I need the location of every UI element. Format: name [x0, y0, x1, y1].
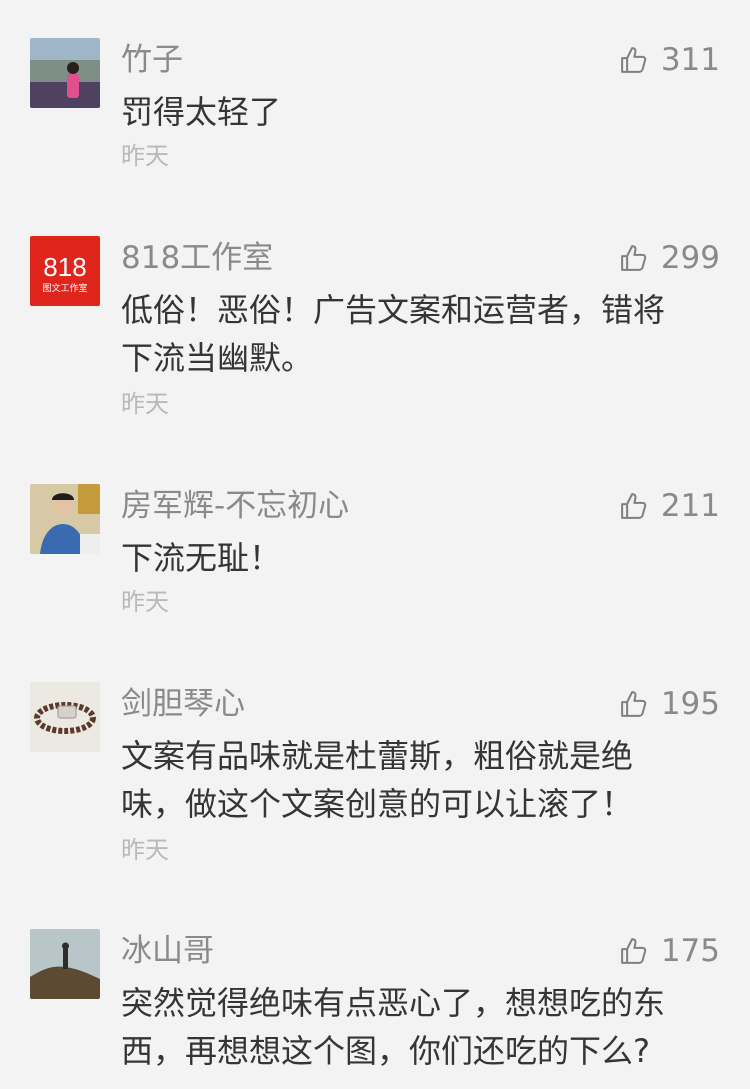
thumbs-up-icon	[620, 245, 647, 271]
like-button[interactable]: 299	[619, 236, 720, 280]
thumbs-up-icon	[620, 47, 647, 73]
avatar-photo	[30, 484, 100, 554]
comment-time: 昨天	[121, 836, 169, 864]
commenter-name[interactable]: 剑胆琴心	[121, 682, 245, 726]
avatar[interactable]: 818 图文工作室	[30, 236, 100, 306]
thumbs-up-icon	[620, 493, 647, 519]
like-button[interactable]: 195	[619, 682, 720, 726]
comment-text: 低俗！恶俗！广告文案和运营者，错将 下流当幽默。	[121, 291, 666, 377]
commenter-name[interactable]: 冰山哥	[121, 929, 214, 973]
comment-item: 冰山哥 175 突然觉得绝味有点恶心了，想想吃的东 西，再想想这个图，你们还吃的…	[0, 929, 750, 1089]
comment-text: 文案有品味就是杜蕾斯，粗俗就是绝 味，做这个文案创意的可以让滚了！	[121, 737, 634, 823]
commenter-name[interactable]: 818工作室	[121, 236, 273, 280]
avatar-photo	[30, 682, 100, 752]
avatar-photo	[30, 38, 100, 108]
avatar[interactable]	[30, 929, 100, 999]
logo-main-text: 818	[43, 252, 86, 282]
comment-item: 竹子 311 罚得太轻了 昨天	[0, 38, 750, 188]
like-count: 175	[660, 933, 720, 969]
like-button[interactable]: 175	[619, 929, 720, 973]
avatar[interactable]	[30, 484, 100, 554]
comment-item: 房军辉-不忘初心 211 下流无耻！ 昨天	[0, 484, 750, 634]
818-studio-logo: 818 图文工作室	[30, 236, 100, 306]
like-count: 211	[660, 488, 720, 524]
logo-sub-text: 图文工作室	[42, 282, 87, 294]
avatar[interactable]	[30, 38, 100, 108]
comment-text: 下流无耻！	[121, 539, 282, 577]
like-count: 311	[660, 42, 720, 78]
like-button[interactable]: 311	[619, 38, 720, 82]
comment-time: 昨天	[121, 588, 169, 616]
comment-text: 突然觉得绝味有点恶心了，想想吃的东 西，再想想这个图，你们还吃的下么?	[121, 984, 666, 1070]
avatar-photo	[30, 929, 100, 999]
thumbs-up-icon	[620, 691, 647, 717]
avatar[interactable]	[30, 682, 100, 752]
like-count: 299	[660, 240, 720, 276]
comment-item: 剑胆琴心 195 文案有品味就是杜蕾斯，粗俗就是绝 味，做这个文案创意的可以让滚…	[0, 682, 750, 882]
comment-list: 竹子 311 罚得太轻了 昨天 818 图文工作室 818工作室 299 低俗！…	[0, 0, 750, 1089]
like-button[interactable]: 211	[619, 484, 720, 528]
commenter-name[interactable]: 竹子	[121, 38, 183, 82]
like-count: 195	[660, 686, 720, 722]
comment-text: 罚得太轻了	[121, 93, 282, 131]
comment-item: 818 图文工作室 818工作室 299 低俗！恶俗！广告文案和运营者，错将 下…	[0, 236, 750, 436]
comment-time: 昨天	[121, 142, 169, 170]
comment-time: 昨天	[121, 390, 169, 418]
thumbs-up-icon	[620, 938, 647, 964]
commenter-name[interactable]: 房军辉-不忘初心	[121, 484, 349, 528]
